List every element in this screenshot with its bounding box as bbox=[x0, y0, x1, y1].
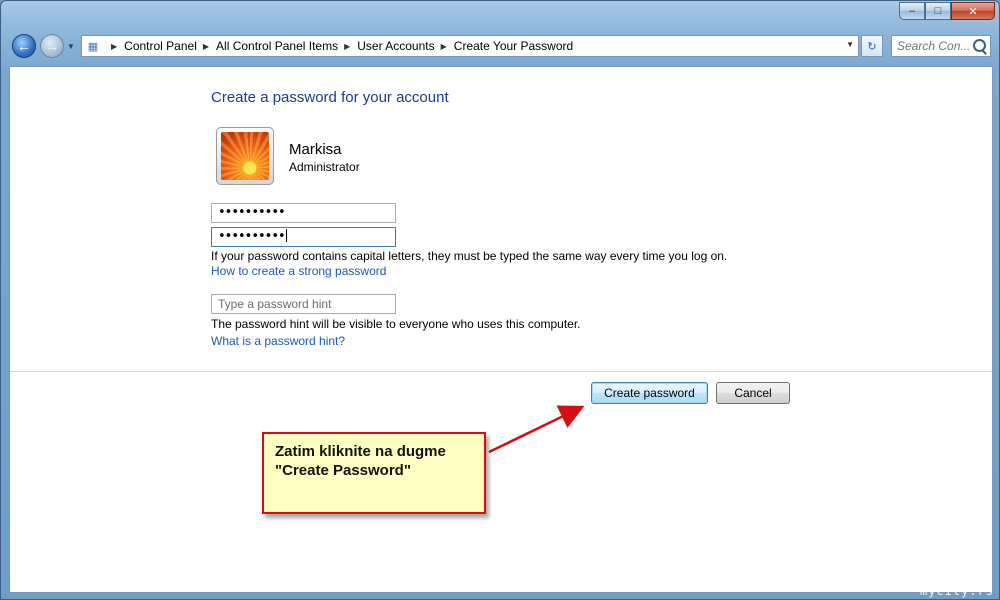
search-box[interactable] bbox=[891, 35, 991, 57]
control-panel-icon: ▦ bbox=[87, 40, 99, 53]
confirm-password-field[interactable]: •••••••••• bbox=[211, 227, 396, 247]
address-bar[interactable]: ▦ ▶ Control Panel ▶ All Control Panel It… bbox=[81, 35, 859, 57]
text-caret bbox=[285, 229, 287, 242]
refresh-button[interactable]: ↻ bbox=[861, 35, 883, 57]
minimize-icon: – bbox=[908, 5, 916, 17]
cancel-button[interactable]: Cancel bbox=[716, 382, 790, 404]
search-input[interactable] bbox=[897, 37, 973, 55]
user-role: Administrator bbox=[289, 160, 360, 174]
content-pane: Create a password for your account Marki… bbox=[9, 66, 993, 593]
create-password-button[interactable]: Create password bbox=[591, 382, 708, 404]
instruction-callout: Zatim kliknite na dugme "Create Password… bbox=[262, 432, 486, 514]
page-title: Create a password for your account bbox=[211, 89, 449, 106]
strong-password-link[interactable]: How to create a strong password bbox=[211, 264, 386, 278]
back-button[interactable]: ← bbox=[12, 34, 36, 58]
search-icon[interactable] bbox=[973, 39, 986, 52]
watermark: mycity.rs bbox=[919, 584, 994, 598]
navigation-bar: ← → ▼ ▦ ▶ Control Panel ▶ All Control Pa… bbox=[1, 31, 1000, 63]
user-picture-icon bbox=[221, 132, 269, 180]
capital-letters-note: If your password contains capital letter… bbox=[211, 249, 728, 263]
new-password-field[interactable]: •••••••••• bbox=[211, 203, 396, 223]
minimize-button[interactable]: – bbox=[899, 2, 925, 20]
control-panel-window: – □ ✕ ← → ▼ ▦ ▶ Control Panel ▶ All Cont… bbox=[0, 0, 1000, 600]
forward-button[interactable]: → bbox=[40, 34, 64, 58]
refresh-icon: ↻ bbox=[867, 40, 877, 53]
user-name: Markisa bbox=[289, 141, 342, 158]
recent-pages-dropdown[interactable]: ▼ bbox=[67, 42, 75, 51]
breadcrumb-all-items[interactable]: All Control Panel Items bbox=[216, 39, 338, 53]
forward-arrow-icon: → bbox=[45, 38, 59, 54]
callout-line-1: Zatim kliknite na dugme bbox=[275, 443, 446, 460]
breadcrumb-separator-icon[interactable]: ▶ bbox=[203, 42, 209, 51]
maximize-button[interactable]: □ bbox=[925, 2, 951, 20]
maximize-icon: □ bbox=[934, 5, 942, 17]
breadcrumb-create-password[interactable]: Create Your Password bbox=[454, 39, 573, 53]
breadcrumb-separator-icon[interactable]: ▶ bbox=[344, 42, 350, 51]
password-hint-link[interactable]: What is a password hint? bbox=[211, 334, 345, 348]
new-password-value: •••••••••• bbox=[218, 205, 286, 220]
password-hint-input[interactable] bbox=[211, 294, 396, 314]
breadcrumb-user-accounts[interactable]: User Accounts bbox=[357, 39, 434, 53]
breadcrumb-control-panel[interactable]: Control Panel bbox=[124, 39, 197, 53]
confirm-password-value: •••••••••• bbox=[218, 229, 286, 244]
breadcrumb-separator-icon[interactable]: ▶ bbox=[111, 42, 117, 51]
breadcrumb-separator-icon[interactable]: ▶ bbox=[441, 42, 447, 51]
title-bar[interactable]: – □ ✕ bbox=[1, 1, 1000, 29]
close-icon: ✕ bbox=[968, 5, 978, 18]
avatar bbox=[216, 127, 274, 185]
close-button[interactable]: ✕ bbox=[951, 2, 995, 20]
caption-buttons: – □ ✕ bbox=[899, 2, 995, 20]
address-dropdown-icon[interactable]: ▼ bbox=[846, 40, 854, 49]
divider bbox=[10, 371, 992, 372]
back-arrow-icon: ← bbox=[17, 38, 31, 54]
hint-visibility-note: The password hint will be visible to eve… bbox=[211, 317, 581, 331]
callout-line-2: "Create Password" bbox=[275, 462, 411, 479]
